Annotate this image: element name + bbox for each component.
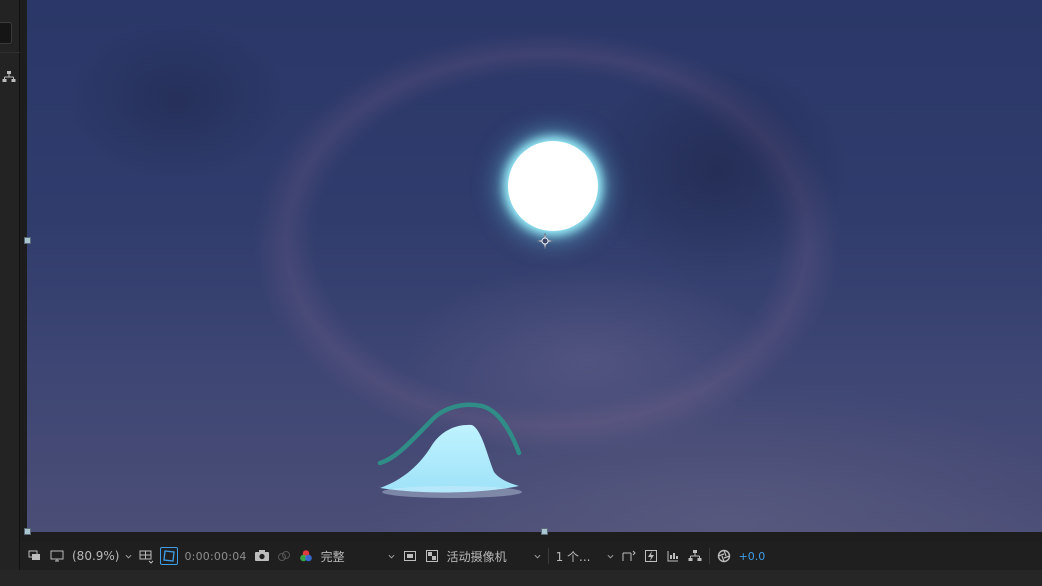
fast-preview-icon[interactable] — [642, 547, 660, 565]
divider — [547, 548, 549, 564]
cloud-shadow — [587, 60, 847, 280]
bottom-panel-strip — [0, 570, 1042, 586]
mountain-layer[interactable] — [372, 400, 532, 510]
flowchart-icon[interactable] — [686, 547, 704, 565]
current-time-display[interactable]: 0:00:00:04 — [180, 550, 250, 563]
resolution-value: 完整 — [320, 549, 345, 564]
transparency-grid-icon[interactable] — [423, 547, 441, 565]
selection-handle[interactable] — [541, 528, 548, 535]
divider — [708, 548, 710, 564]
camera-value: 活动摄像机 — [446, 549, 507, 564]
divider — [0, 52, 20, 53]
reset-exposure-icon[interactable] — [715, 547, 733, 565]
zoom-value: (80.9%) — [72, 549, 120, 563]
views-dropdown[interactable]: 1 个... — [552, 546, 618, 566]
left-panel-strip — [0, 0, 20, 586]
resolution-dropdown[interactable]: 完整 — [317, 546, 399, 566]
region-of-interest-icon[interactable] — [401, 547, 419, 565]
composition-panel: (80.9%) 0:00:00:04 完整 活动摄像机 1 个... +0.0 — [0, 0, 1042, 586]
chevron-down-icon — [534, 554, 541, 559]
rgb-channels-icon[interactable] — [297, 547, 315, 565]
viewer-toolbar: (80.9%) 0:00:00:04 完整 活动摄像机 1 个... +0.0 — [20, 542, 1042, 570]
chevron-down-icon — [125, 554, 132, 559]
chevron-down-icon — [607, 554, 614, 559]
monitor-icon[interactable] — [48, 547, 66, 565]
zoom-dropdown[interactable]: (80.9%) — [68, 546, 136, 566]
camera-dropdown[interactable]: 活动摄像机 — [443, 546, 545, 566]
draft-3d-icon[interactable] — [620, 547, 638, 565]
always-preview-icon[interactable] — [26, 547, 44, 565]
timeline-icon[interactable] — [664, 547, 682, 565]
safe-zones-icon[interactable] — [138, 547, 156, 565]
mask-visibility-icon[interactable] — [160, 547, 179, 565]
selection-handle[interactable] — [24, 528, 31, 535]
exposure-value[interactable]: +0.0 — [739, 550, 766, 563]
anchor-point-icon[interactable] — [537, 233, 553, 249]
show-snapshot-icon[interactable] — [275, 547, 293, 565]
panel-tab-stub[interactable] — [0, 22, 12, 44]
camera-snapshot-icon[interactable] — [253, 547, 271, 565]
selection-handle[interactable] — [24, 237, 31, 244]
chevron-down-icon — [388, 554, 395, 559]
views-value: 1 个... — [555, 549, 591, 564]
flowchart-icon[interactable] — [2, 70, 16, 84]
composition-viewer[interactable] — [27, 0, 1042, 532]
cloud-shadow — [67, 20, 287, 180]
moon-layer[interactable] — [508, 141, 598, 231]
